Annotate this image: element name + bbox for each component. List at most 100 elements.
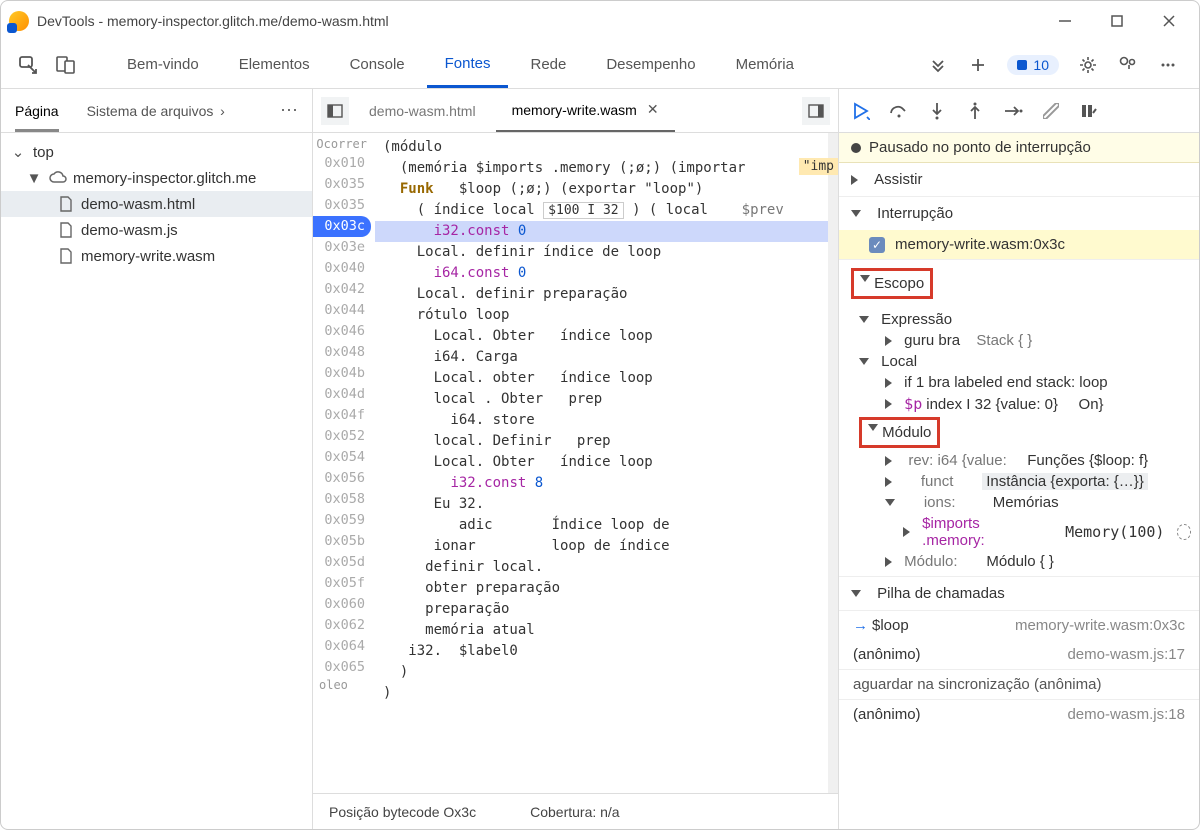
editor-tab[interactable]: demo-wasm.html <box>353 89 492 132</box>
tab-elements[interactable]: Elementos <box>221 41 328 88</box>
scope-row[interactable]: ions: Memórias <box>839 492 1199 513</box>
editor-statusbar: Posição bytecode Ox3c Cobertura: n/a <box>313 793 838 829</box>
issue-dot-icon <box>1017 60 1027 70</box>
step-out-icon[interactable] <box>965 101 985 121</box>
caret-down-icon <box>851 590 861 597</box>
tree-file[interactable]: memory-write.wasm <box>1 243 312 269</box>
callstack-row[interactable]: →$loopmemory-write.wasm:0x3c <box>839 610 1199 640</box>
caret-right-icon <box>885 456 892 466</box>
scope-row[interactable]: rev: i64 {value: Funções {$loop: f} <box>839 450 1199 471</box>
window-controls <box>1055 11 1191 31</box>
nav-more-icon[interactable]: ⋯ <box>266 100 312 121</box>
pane-watch[interactable]: Assistir <box>839 163 1199 196</box>
inline-hint: "imp <box>799 158 828 175</box>
device-toggle-icon[interactable] <box>55 54 77 76</box>
tab-sources[interactable]: Fontes <box>427 41 509 88</box>
editor-tab[interactable]: memory-write.wasm✕ <box>496 89 675 132</box>
caret-down-icon <box>860 275 870 282</box>
show-navigator-icon[interactable] <box>321 97 349 125</box>
checkbox-checked-icon[interactable]: ✓ <box>869 237 885 253</box>
code-editor[interactable]: Ocorrer 0x010 0x035 0x035 0x03c 0x03e 0x… <box>313 133 838 793</box>
editor-tab-bar: demo-wasm.html memory-write.wasm✕ <box>313 89 838 133</box>
callstack-list: →$loopmemory-write.wasm:0x3c (anônimo)de… <box>839 610 1199 729</box>
scope-module[interactable]: Módulo <box>839 415 1199 450</box>
step-icon[interactable] <box>1003 101 1023 121</box>
caret-right-icon <box>885 336 892 346</box>
nav-tab-filesystem[interactable]: Sistema de arquivos› <box>73 89 246 132</box>
callstack-row[interactable]: (anônimo)demo-wasm.js:18 <box>839 700 1199 729</box>
minimize-button[interactable] <box>1055 11 1075 31</box>
caret-down-icon: ▼ <box>25 170 43 187</box>
pane-breakpoints[interactable]: Interrupção <box>839 196 1199 230</box>
caret-right-icon <box>885 477 892 487</box>
callstack-row[interactable]: aguardar na sincronização (anônima) <box>839 669 1199 700</box>
tree-file[interactable]: demo-wasm.html <box>1 191 312 217</box>
debugger-panel: Pausado no ponto de interrupção Assistir… <box>839 89 1199 829</box>
scope-row[interactable]: $pindex I 32 {value: 0} On} <box>839 393 1199 415</box>
caret-down-icon <box>885 499 895 506</box>
gutter-footer: oleo <box>313 678 371 694</box>
new-tab-icon[interactable] <box>967 54 989 76</box>
bytecode-position: Posição bytecode Ox3c <box>329 804 476 820</box>
inspect-icon[interactable] <box>17 54 39 76</box>
pane-callstack[interactable]: Pilha de chamadas <box>839 576 1199 610</box>
caret-right-icon <box>885 378 892 388</box>
caret-right-icon <box>903 527 910 537</box>
gutter-label: Ocorrer <box>313 137 371 153</box>
debugger-toolbar <box>839 89 1199 133</box>
tree-origin[interactable]: ▼ memory-inspector.glitch.me <box>1 165 312 191</box>
caret-down-icon <box>859 316 869 323</box>
gear-icon[interactable] <box>1177 524 1191 540</box>
more-tabs-icon[interactable] <box>927 54 949 76</box>
deactivate-breakpoints-icon[interactable] <box>1041 101 1061 121</box>
tree-top[interactable]: ⌄top <box>1 139 312 165</box>
maximize-button[interactable] <box>1107 11 1127 31</box>
feedback-icon[interactable] <box>1117 54 1139 76</box>
close-tab-icon[interactable]: ✕ <box>647 101 659 118</box>
resume-icon[interactable] <box>851 101 871 121</box>
file-tree: ⌄top ▼ memory-inspector.glitch.me demo-w… <box>1 133 312 275</box>
pause-dot-icon <box>851 143 861 153</box>
scope-expression[interactable]: Expressão <box>839 309 1199 330</box>
issues-badge[interactable]: 10 <box>1007 55 1059 75</box>
tab-performance[interactable]: Desempenho <box>588 41 713 88</box>
chevron-icon: › <box>213 103 231 119</box>
tab-console[interactable]: Console <box>332 41 423 88</box>
pane-scope[interactable]: Escopo <box>839 259 1199 307</box>
scope-tree: Expressão guru bra Stack { } Local if 1 … <box>839 307 1199 576</box>
editor-panel: demo-wasm.html memory-write.wasm✕ Ocorre… <box>313 89 839 829</box>
caret-down-icon <box>859 358 869 365</box>
tab-network[interactable]: Rede <box>512 41 584 88</box>
scope-row[interactable]: $imports .memory: Memory(100) <box>839 513 1199 551</box>
coverage-status: Cobertura: n/a <box>530 804 620 820</box>
caret-right-icon <box>885 557 892 567</box>
pause-exceptions-icon[interactable] <box>1079 101 1099 121</box>
scope-row[interactable]: funct Instância {exporta: {…}} <box>839 471 1199 492</box>
kebab-menu-icon[interactable] <box>1157 54 1179 76</box>
navigator-panel: Página Sistema de arquivos› ⋯ ⌄top ▼ mem… <box>1 89 313 829</box>
breakpoint-row[interactable]: ✓ memory-write.wasm:0x3c <box>839 230 1199 259</box>
close-button[interactable] <box>1159 11 1179 31</box>
tree-file[interactable]: demo-wasm.js <box>1 217 312 243</box>
nav-tab-page[interactable]: Página <box>1 89 73 132</box>
scope-row[interactable]: guru bra Stack { } <box>839 330 1199 351</box>
step-into-icon[interactable] <box>927 101 947 121</box>
window-title: DevTools - memory-inspector.glitch.me/de… <box>37 13 389 29</box>
chevron-down-icon: ⌄ <box>9 143 27 161</box>
scope-row[interactable]: Módulo: Módulo { } <box>839 551 1199 572</box>
tab-memory[interactable]: Memória <box>718 41 812 88</box>
code-area[interactable]: "imp (módulo (memória $imports .memory (… <box>375 133 828 793</box>
callstack-row[interactable]: (anônimo)demo-wasm.js:17 <box>839 640 1199 669</box>
caret-down-icon <box>851 210 861 217</box>
vertical-scrollbar[interactable] <box>828 133 838 793</box>
show-debugger-icon[interactable] <box>802 97 830 125</box>
file-icon <box>57 221 75 239</box>
tab-welcome[interactable]: Bem-vindo <box>109 41 217 88</box>
scope-row[interactable]: if 1 bra labeled end stack: loop <box>839 372 1199 393</box>
caret-right-icon <box>851 175 858 185</box>
gutter: Ocorrer 0x010 0x035 0x035 0x03c 0x03e 0x… <box>313 133 375 793</box>
step-over-icon[interactable] <box>889 101 909 121</box>
main-tab-bar: Bem-vindo Elementos Console Fontes Rede … <box>1 41 1199 89</box>
scope-local[interactable]: Local <box>839 351 1199 372</box>
settings-icon[interactable] <box>1077 54 1099 76</box>
